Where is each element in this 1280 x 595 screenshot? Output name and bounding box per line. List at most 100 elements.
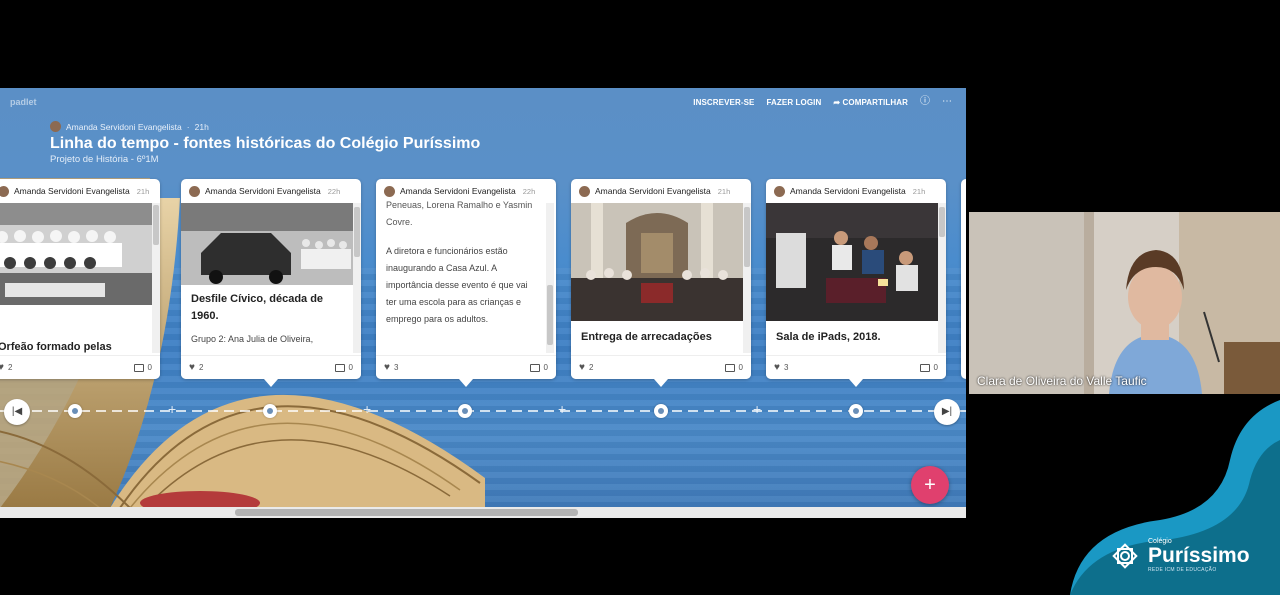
board-author: Amanda Servidoni Evangelista · 21h	[50, 121, 209, 132]
card-author: Amanda Servidoni Evangelista	[14, 186, 130, 196]
heart-icon[interactable]: ♥	[384, 362, 390, 373]
choir-photo[interactable]	[0, 203, 152, 305]
signup-link[interactable]: INSCREVER-SE	[693, 98, 754, 107]
comment-count: 0	[348, 363, 353, 372]
card-pointer	[264, 379, 278, 387]
card-title: Entrega de arrecadações com o Asilo São …	[581, 331, 712, 343]
padlet-logo[interactable]: padlet	[10, 97, 37, 107]
post-card[interactable]: Amanda Servidoni Evangelista 21h Orfeão …	[0, 179, 160, 379]
card-header: Amanda Servidoni Evangelista 21h	[766, 179, 946, 203]
like-count: 3	[783, 363, 789, 372]
nav-actions: INSCREVER-SE FAZER LOGIN ➦ COMPARTILHAR …	[693, 97, 952, 107]
timeline-node[interactable]	[263, 404, 277, 418]
horizontal-scrollbar[interactable]	[0, 507, 966, 518]
heart-icon[interactable]: ♥	[579, 362, 585, 373]
card-scrollbar[interactable]	[743, 203, 751, 353]
card-title: Sala de iPads, 2018.	[776, 331, 881, 343]
login-link[interactable]: FAZER LOGIN	[766, 98, 821, 107]
comment-icon[interactable]	[529, 363, 540, 372]
card-header: Amanda Servidoni Evangelista 22h	[181, 179, 361, 203]
card-scrollbar[interactable]	[152, 203, 160, 353]
participant-name: Clara de Oliveira do Valle Taufic	[977, 374, 1147, 388]
timeline-node[interactable]	[654, 404, 668, 418]
first-page-icon[interactable]: |◀	[4, 399, 30, 425]
shared-screen-padlet: padlet INSCREVER-SE FAZER LOGIN ➦ COMPAR…	[0, 88, 966, 518]
help-icon[interactable]: ⓘ	[920, 97, 930, 107]
board-age: 21h	[194, 121, 209, 132]
card-footer: ♥ 2 0	[571, 355, 751, 379]
timeline-node[interactable]	[68, 404, 82, 418]
card-scrollbar[interactable]	[938, 203, 946, 353]
share-button[interactable]: ➦ COMPARTILHAR	[833, 98, 908, 107]
avatar	[384, 185, 395, 197]
card-scrollbar[interactable]	[546, 203, 554, 353]
timeline-node[interactable]	[849, 404, 863, 418]
card-header: Amanda Servidoni Evangelista 21h	[571, 179, 751, 203]
post-card-partial[interactable]	[961, 179, 966, 379]
card-age: 22h	[522, 186, 536, 196]
heart-icon[interactable]: ♥	[189, 362, 195, 373]
card-title: Orfeão formado pelas	[0, 341, 112, 353]
brand-name: Puríssimo	[1148, 544, 1250, 567]
post-card[interactable]: Amanda Servidoni Evangelista 21h Entrega…	[571, 179, 751, 379]
like-count: 2	[7, 363, 13, 372]
card-age: 21h	[717, 186, 731, 196]
timeline-node[interactable]	[458, 404, 472, 418]
card-author: Amanda Servidoni Evangelista	[205, 186, 321, 196]
post-card[interactable]: Amanda Servidoni Evangelista 21h Sala de…	[766, 179, 946, 379]
card-author: Amanda Servidoni Evangelista	[400, 186, 516, 196]
like-count: 2	[588, 363, 594, 372]
comment-icon[interactable]	[133, 363, 144, 372]
card-author: Amanda Servidoni Evangelista	[595, 186, 711, 196]
post-card[interactable]: Amanda Servidoni Evangelista 22h Desfile…	[181, 179, 361, 379]
avatar	[774, 185, 785, 197]
like-count: 2	[198, 363, 204, 372]
page-title: Linha do tempo - fontes históricas do Co…	[50, 135, 481, 152]
comment-icon[interactable]	[334, 363, 345, 372]
add-post-plus-icon[interactable]: +	[363, 402, 371, 416]
parade-photo[interactable]	[181, 203, 353, 285]
card-body: Grupo 2: Ana Julia de Oliveira,	[191, 334, 314, 344]
heart-icon[interactable]: ♥	[774, 362, 780, 373]
scrollbar-thumb[interactable]	[235, 509, 578, 516]
plus-icon[interactable]: +	[911, 466, 949, 504]
comment-icon[interactable]	[724, 363, 735, 372]
brand-emblem-icon	[1112, 542, 1138, 569]
card-body-top: Peneuas, Lorena Ramalho e Yasmin Covre.	[386, 200, 533, 227]
card-age: 22h	[327, 186, 341, 196]
card-footer: ♥ 2 0	[0, 355, 160, 379]
chapel-photo[interactable]	[571, 203, 743, 321]
separator-dot: ·	[186, 121, 190, 132]
brand-text: Colégio Puríssimo REDE ICM DE EDUCAÇÃO	[1148, 538, 1250, 573]
timeline-line	[0, 410, 966, 412]
card-age: 21h	[136, 186, 150, 196]
share-icon: ➦	[833, 97, 843, 107]
add-post-plus-icon[interactable]: +	[558, 402, 566, 416]
comment-count: 0	[543, 363, 548, 372]
avatar	[0, 185, 9, 197]
add-post-plus-icon[interactable]: +	[753, 402, 761, 416]
like-count: 3	[393, 363, 399, 372]
post-card[interactable]: Amanda Servidoni Evangelista 22h Peneuas…	[376, 179, 556, 379]
participant-video[interactable]: Clara de Oliveira do Valle Taufic	[969, 212, 1280, 394]
add-post-plus-icon[interactable]: +	[168, 402, 176, 416]
participant-video-frame	[969, 212, 1280, 394]
meeting-stage: padlet INSCREVER-SE FAZER LOGIN ➦ COMPAR…	[0, 0, 1280, 595]
page-subtitle: Projeto de História - 6º1M	[50, 154, 159, 165]
comment-icon[interactable]	[919, 363, 930, 372]
card-header: Amanda Servidoni Evangelista 21h	[0, 179, 160, 203]
author-name: Amanda Servidoni Evangelista	[66, 121, 182, 132]
padlet-topbar: padlet INSCREVER-SE FAZER LOGIN ➦ COMPAR…	[0, 88, 966, 116]
card-title: Desfile Cívico, década de 1960.	[191, 293, 324, 322]
card-age: 21h	[912, 186, 926, 196]
card-pointer	[459, 379, 473, 387]
heart-icon[interactable]: ♥	[0, 362, 4, 373]
comment-count: 0	[147, 363, 152, 372]
avatar	[579, 185, 590, 197]
more-icon[interactable]: ⋯	[942, 97, 952, 107]
ipad-room-photo[interactable]	[766, 203, 938, 321]
card-scrollbar[interactable]	[353, 203, 361, 353]
last-page-icon[interactable]: ▶|	[934, 399, 960, 425]
card-footer: ♥ 3 0	[376, 355, 556, 379]
card-footer: ♥ 3 0	[766, 355, 946, 379]
